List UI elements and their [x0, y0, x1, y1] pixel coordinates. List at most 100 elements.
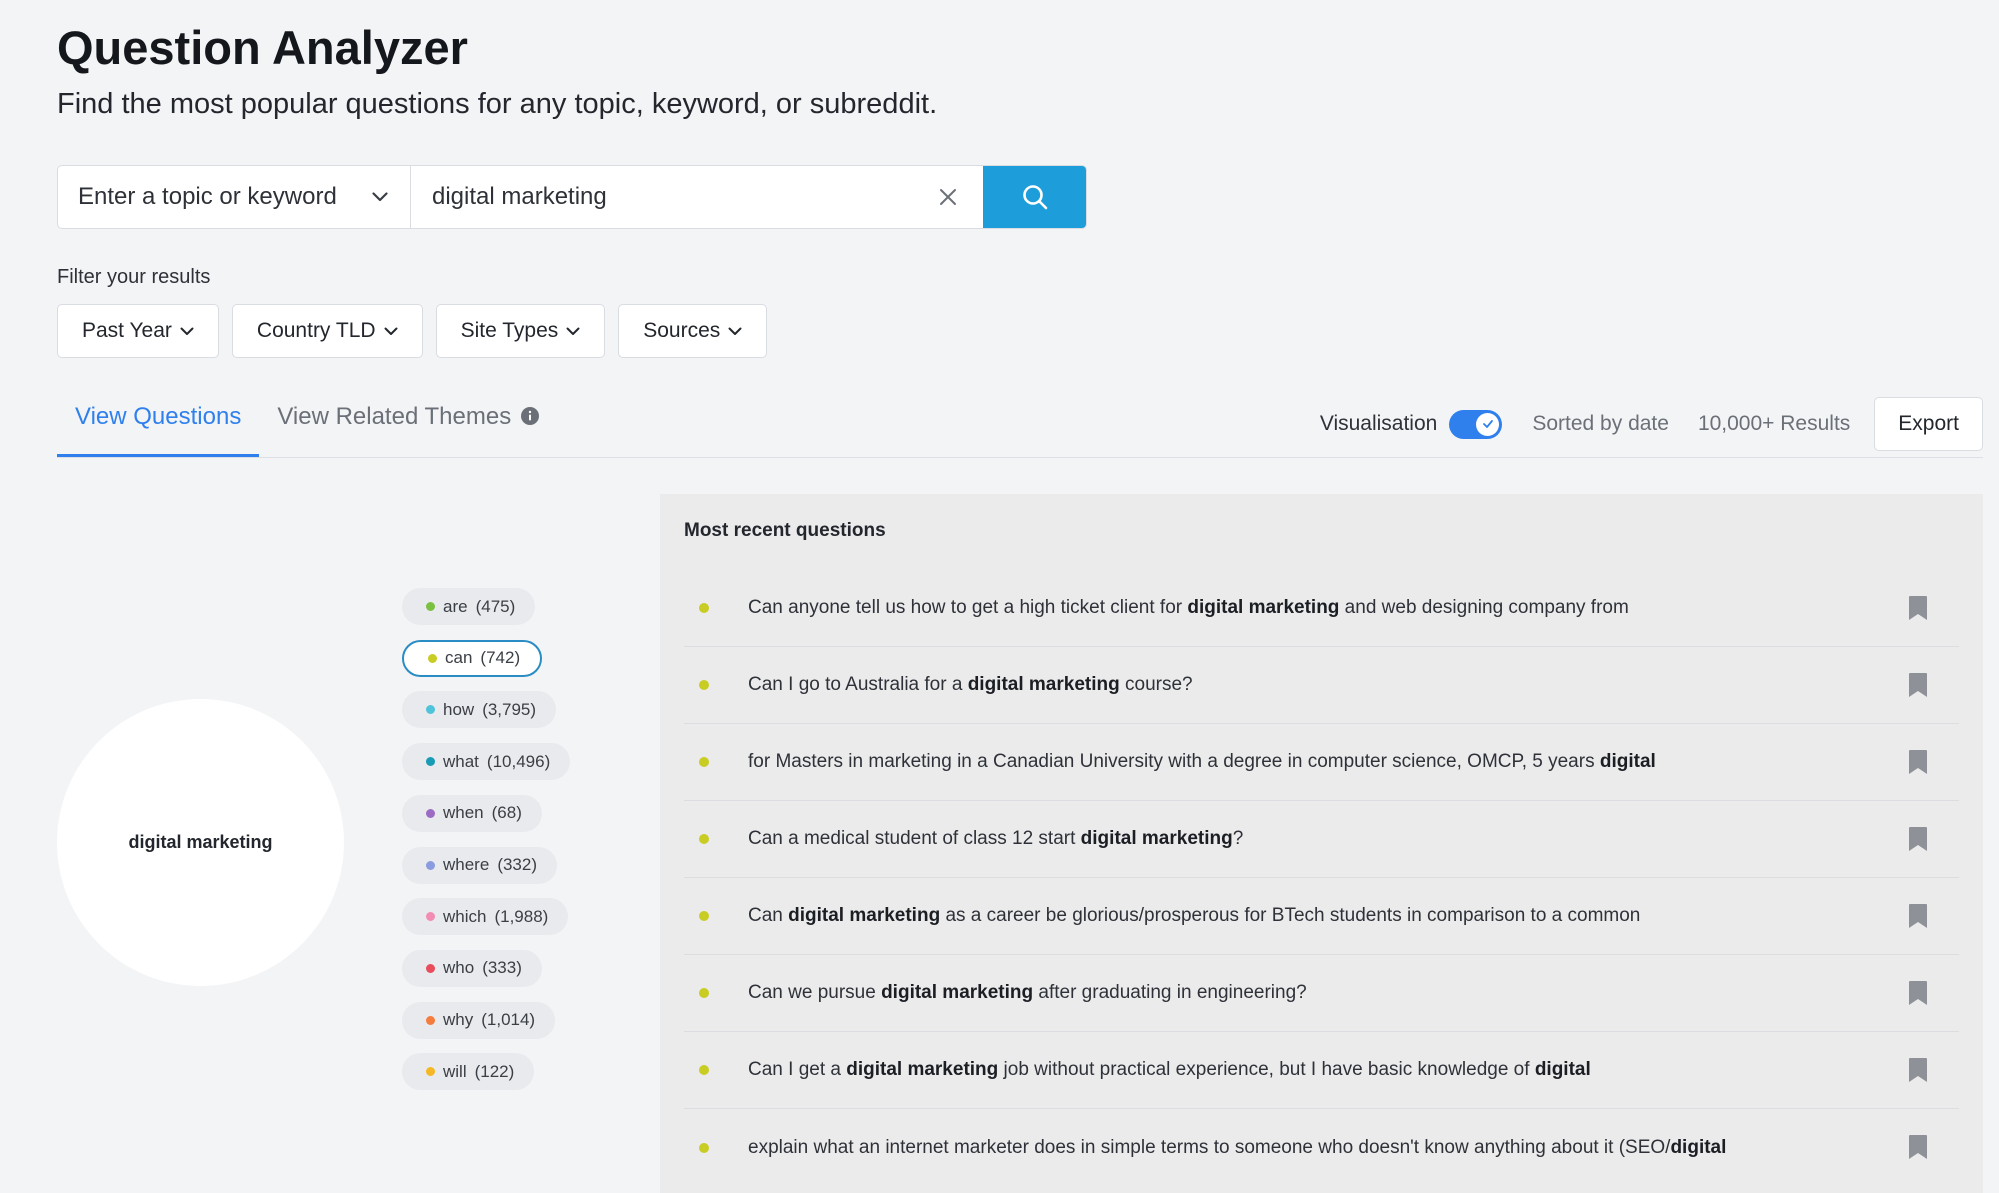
filter-past-year-button[interactable]: Past Year: [57, 304, 219, 358]
search-field: [411, 166, 983, 228]
bookmark-icon[interactable]: [1908, 672, 1928, 698]
bookmark-icon[interactable]: [1908, 1057, 1928, 1083]
search-button[interactable]: [983, 166, 1086, 228]
chip-what[interactable]: what (10,496): [402, 743, 571, 781]
chip-count: (475): [475, 596, 516, 616]
question-segment: Can we pursue: [748, 982, 882, 1003]
chevron-down-icon: [728, 327, 742, 335]
question-row[interactable]: Can I go to Australia for a digital mark…: [684, 647, 1959, 724]
chip-count: (1,988): [494, 906, 549, 926]
keyword-highlight: digital marketing: [1080, 828, 1233, 849]
tab-view-related-themes[interactable]: View Related Themes: [259, 385, 557, 457]
chevron-down-icon: [180, 327, 194, 335]
question-segment: ?: [1232, 828, 1244, 849]
page-subtitle: Find the most popular questions for any …: [57, 88, 938, 120]
chip-dot: [426, 1067, 435, 1077]
filter-sources-button[interactable]: Sources: [618, 304, 768, 358]
chip-can[interactable]: can (742): [402, 639, 543, 677]
question-segment: course?: [1119, 674, 1193, 695]
keyword-highlight: digital: [1599, 751, 1656, 772]
question-text: Can a medical student of class 12 start …: [748, 828, 1243, 850]
chip-word: who: [443, 958, 475, 978]
question-row[interactable]: Can I get a digital marketing job withou…: [684, 1032, 1959, 1109]
keyword-highlight: digital marketing: [788, 905, 941, 926]
question-text: Can digital marketing as a career be glo…: [748, 905, 1640, 927]
close-icon[interactable]: [937, 186, 959, 208]
question-segment: for Masters in marketing in a Canadian U…: [748, 751, 1600, 772]
chip-how[interactable]: how (3,795): [402, 691, 557, 729]
questions-panel: Most recent questions Can anyone tell us…: [660, 494, 1983, 1193]
chip-will[interactable]: will (122): [402, 1053, 535, 1091]
filter-button-label: Sources: [643, 319, 721, 342]
visualisation-label: Visualisation: [1319, 412, 1438, 435]
chip-word: where: [443, 855, 490, 874]
question-segment: Can: [748, 905, 789, 926]
question-row[interactable]: Can a medical student of class 12 start …: [684, 801, 1959, 878]
visualisation-toggle[interactable]: [1449, 409, 1503, 439]
question-text: Can anyone tell us how to get a high tic…: [748, 597, 1629, 619]
question-segment: Can a medical student of class 12 start: [748, 828, 1081, 849]
question-row[interactable]: Can anyone tell us how to get a high tic…: [684, 570, 1959, 647]
filter-country-tld-button[interactable]: Country TLD: [231, 304, 423, 358]
chip-dot: [428, 653, 437, 663]
filter-site-types-button[interactable]: Site Types: [435, 304, 606, 358]
filter-button-label: Site Types: [460, 319, 559, 342]
question-segment: Can anyone tell us how to get a high tic…: [748, 597, 1188, 618]
question-row[interactable]: Can digital marketing as a career be glo…: [684, 878, 1959, 955]
question-segment: as a career be glorious/prosperous for B…: [940, 905, 1641, 926]
chip-word: how: [443, 699, 475, 719]
question-segment: after graduating in engineering?: [1033, 982, 1307, 1003]
info-icon[interactable]: [521, 407, 540, 425]
chip-count: (333): [482, 958, 522, 978]
chip-count: (122): [474, 1061, 515, 1081]
filter-button-label: Country TLD: [256, 319, 376, 342]
question-text: Can I get a digital marketing job withou…: [748, 1059, 1591, 1081]
search-bar: Enter a topic or keyword: [57, 165, 1087, 229]
chip-count: (68): [491, 803, 522, 823]
chip-dot: [426, 912, 435, 922]
keyword-highlight: digital: [1534, 1059, 1591, 1080]
question-segment: Can I get a: [748, 1059, 847, 1080]
keyword-highlight: digital marketing: [846, 1059, 999, 1080]
keyword-highlight: digital marketing: [967, 674, 1120, 695]
chip-dot: [426, 705, 435, 715]
tab-view-questions[interactable]: View Questions: [57, 385, 260, 457]
keyword-highlight: digital: [1670, 1136, 1727, 1158]
question-segment: and web designing company from: [1339, 597, 1629, 618]
question-row[interactable]: Can we pursue digital marketing after gr…: [684, 955, 1959, 1032]
bookmark-icon[interactable]: [1908, 749, 1928, 775]
chip-which[interactable]: which (1,988): [402, 898, 569, 936]
question-dot: [699, 757, 709, 767]
bookmark-icon[interactable]: [1908, 826, 1928, 852]
chip-word: will: [443, 1061, 467, 1081]
question-dot: [699, 680, 709, 690]
chevron-down-icon: [372, 192, 388, 202]
check-icon: [1482, 420, 1493, 428]
bookmark-icon[interactable]: [1908, 595, 1928, 621]
export-button[interactable]: Export: [1874, 397, 1983, 451]
search-input[interactable]: [432, 183, 937, 211]
tab-bar: View Questions View Related Themes: [57, 385, 557, 457]
question-dot: [699, 911, 709, 921]
chip-where[interactable]: where (332): [402, 846, 557, 884]
chip-who[interactable]: who (333): [402, 949, 542, 987]
chip-count: (3,795): [482, 699, 537, 719]
chip-why[interactable]: why (1,014): [402, 1001, 556, 1039]
bookmark-icon[interactable]: [1908, 1134, 1928, 1160]
question-analyzer-page: Question Analyzer Find the most popular …: [0, 0, 1999, 1193]
question-row[interactable]: explain what an internet marketer does i…: [684, 1109, 1959, 1186]
filter-bar: Past Year Country TLD Site Types Sources: [57, 304, 768, 358]
question-segment: Can I go to Australia for a: [748, 674, 968, 695]
question-row[interactable]: for Masters in marketing in a Canadian U…: [684, 724, 1959, 801]
tab-label: View Related Themes: [277, 403, 512, 430]
chip-when[interactable]: when (68): [402, 794, 542, 832]
topic-select-dropdown[interactable]: Enter a topic or keyword: [58, 166, 411, 228]
chip-count: (742): [480, 648, 521, 668]
question-dot: [699, 834, 709, 844]
bookmark-icon[interactable]: [1908, 980, 1928, 1006]
chip-dot: [426, 808, 435, 818]
chip-word: are: [443, 596, 468, 616]
page-title: Question Analyzer: [57, 21, 468, 74]
chip-are[interactable]: are (475): [402, 588, 536, 625]
bookmark-icon[interactable]: [1908, 903, 1928, 929]
